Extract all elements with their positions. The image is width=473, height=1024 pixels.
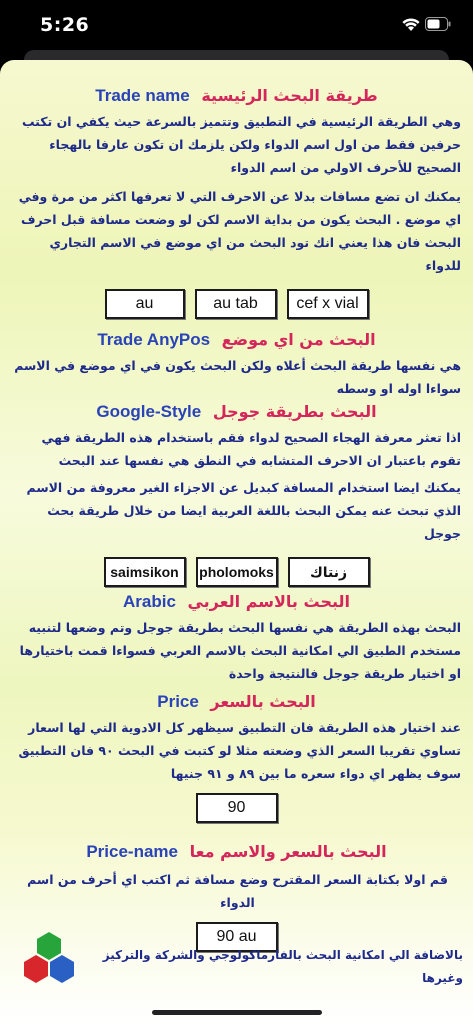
battery-icon xyxy=(425,17,451,31)
section-paragraph: يمكنك ايضا استخدام المسافة كبديل عن الاج… xyxy=(26,480,461,541)
heading-en: Trade name xyxy=(95,86,190,105)
example-chips: 90 xyxy=(0,793,473,823)
help-sheet[interactable]: Trade name طريقة البحث الرئيسية وهي الطر… xyxy=(0,60,473,1024)
heading-ar: البحث بالسعر xyxy=(210,692,316,711)
example-chip[interactable]: pholomoks xyxy=(195,557,278,587)
heading-en: Price xyxy=(157,692,199,711)
section-heading: Price-name البحث بالسعر والاسم معا xyxy=(0,842,473,862)
status-bar: 5:26 xyxy=(0,0,473,52)
hexagon-logo-icon xyxy=(24,932,74,983)
section-paragraph: عند اختيار هذه الطريقة فان التطبيق سيظهر… xyxy=(18,720,461,781)
heading-ar: البحث بالاسم العربي xyxy=(187,592,350,611)
example-chips: saimsikon pholomoks زنتاك xyxy=(0,557,473,587)
footer-note: بالاضافة الي امكانية البحث بالفارماكولوج… xyxy=(102,948,463,985)
section-paragraph: قم اولا بكتابة السعر المقترح وضع مسافة ث… xyxy=(27,872,448,910)
section-heading: Trade AnyPos البحث من اي موضع xyxy=(0,330,473,350)
example-chip[interactable]: au xyxy=(104,289,185,319)
heading-ar: طريقة البحث الرئيسية xyxy=(201,86,378,105)
section-arabic: Arabic البحث بالاسم العربي البحث بهذه ال… xyxy=(0,592,473,685)
heading-ar: البحث من اي موضع xyxy=(221,330,376,349)
example-chip[interactable]: saimsikon xyxy=(103,557,186,587)
example-chip[interactable]: زنتاك xyxy=(287,557,370,587)
section-paragraph: يمكنك ان تضع مسافات بدلا عن الاحرف التي … xyxy=(18,189,461,273)
example-chip[interactable]: cef x vial xyxy=(286,289,369,319)
status-time: 5:26 xyxy=(40,14,90,36)
section-price: Price البحث بالسعر عند اختيار هذه الطريق… xyxy=(0,692,473,823)
heading-en: Price-name xyxy=(86,842,179,861)
section-heading: Price البحث بالسعر xyxy=(0,692,473,712)
section-trade-anypos: Trade AnyPos البحث من اي موضع هي نفسها ط… xyxy=(0,330,473,400)
home-indicator xyxy=(152,1010,322,1015)
section-paragraph: وهي الطريقة الرئيسية في التطبيق وتتميز ب… xyxy=(21,114,461,175)
example-chip[interactable]: 90 xyxy=(195,793,278,823)
section-paragraph: هي نفسها طريقة البحث أعلاه ولكن البحث يك… xyxy=(14,358,461,396)
heading-ar: البحث بالسعر والاسم معا xyxy=(189,842,387,861)
section-heading: Arabic البحث بالاسم العربي xyxy=(0,592,473,612)
section-paragraph: البحث بهذه الطريقة هي نفسها البحث بطريقة… xyxy=(19,620,461,681)
section-paragraph: اذا تعثر معرفة الهجاء الصحيح لدواء فقم ب… xyxy=(41,430,461,468)
heading-en: Google-Style xyxy=(96,402,202,421)
example-chips: au au tab cef x vial xyxy=(0,289,473,319)
wifi-icon xyxy=(402,18,420,31)
section-heading: Trade name طريقة البحث الرئيسية xyxy=(0,86,473,106)
heading-ar: البحث بطريقة جوجل xyxy=(212,402,377,421)
heading-en: Arabic xyxy=(122,592,176,611)
example-chip[interactable]: au tab xyxy=(194,289,277,319)
section-heading: Google-Style البحث بطريقة جوجل xyxy=(0,402,473,422)
section-trade-name: Trade name طريقة البحث الرئيسية وهي الطر… xyxy=(0,86,473,319)
section-google-style: Google-Style البحث بطريقة جوجل اذا تعثر … xyxy=(0,402,473,587)
heading-en: Trade AnyPos xyxy=(97,330,211,349)
